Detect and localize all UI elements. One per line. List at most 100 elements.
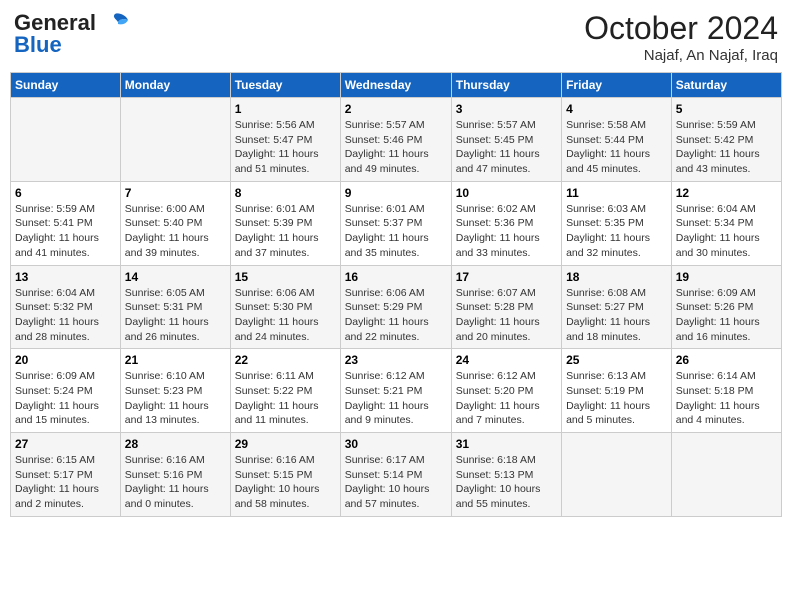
day-number: 29: [235, 437, 336, 451]
calendar-cell: 15 Sunrise: 6:06 AMSunset: 5:30 PMDayligh…: [230, 265, 340, 349]
logo: General Blue: [14, 10, 130, 58]
day-number: 7: [125, 186, 226, 200]
calendar-cell: 12 Sunrise: 6:04 AMSunset: 5:34 PMDayligh…: [671, 181, 781, 265]
calendar-cell: 30 Sunrise: 6:17 AMSunset: 5:14 PMDayligh…: [340, 433, 451, 517]
day-number: 30: [345, 437, 447, 451]
title-block: October 2024 Najaf, An Najaf, Iraq: [584, 10, 778, 64]
calendar-cell: 16 Sunrise: 6:06 AMSunset: 5:29 PMDayligh…: [340, 265, 451, 349]
calendar-cell: 25Sunrise: 6:13 AMSunset: 5:19 PMDayligh…: [562, 349, 672, 433]
calendar-cell: 28Sunrise: 6:16 AMSunset: 5:16 PMDayligh…: [120, 433, 230, 517]
day-info: Sunrise: 6:04 AMSunset: 5:34 PMDaylight:…: [676, 202, 777, 261]
calendar-cell: 10 Sunrise: 6:02 AMSunset: 5:36 PMDayligh…: [451, 181, 561, 265]
day-info: Sunrise: 6:00 AMSunset: 5:40 PMDaylight:…: [125, 202, 226, 261]
day-number: 20: [15, 353, 116, 367]
day-info: Sunrise: 6:10 AMSunset: 5:23 PMDaylight:…: [125, 369, 226, 428]
calendar-cell: [562, 433, 672, 517]
calendar-cell: 3 Sunrise: 5:57 AMSunset: 5:45 PMDaylight…: [451, 98, 561, 182]
calendar-cell: 11Sunrise: 6:03 AMSunset: 5:35 PMDayligh…: [562, 181, 672, 265]
day-info: Sunrise: 5:59 AMSunset: 5:42 PMDaylight:…: [676, 118, 777, 177]
day-number: 11: [566, 186, 667, 200]
day-info: Sunrise: 5:57 AMSunset: 5:45 PMDaylight:…: [456, 118, 557, 177]
calendar-cell: 5 Sunrise: 5:59 AMSunset: 5:42 PMDaylight…: [671, 98, 781, 182]
day-number: 26: [676, 353, 777, 367]
day-info: Sunrise: 6:06 AMSunset: 5:29 PMDaylight:…: [345, 286, 447, 345]
month-title: October 2024: [584, 10, 778, 47]
day-info: Sunrise: 6:08 AMSunset: 5:27 PMDaylight:…: [566, 286, 667, 345]
day-number: 12: [676, 186, 777, 200]
page-header: General Blue October 2024 Najaf, An Naja…: [10, 10, 782, 64]
calendar-cell: 17 Sunrise: 6:07 AMSunset: 5:28 PMDayligh…: [451, 265, 561, 349]
logo-bird-icon: [100, 12, 130, 34]
day-number: 22: [235, 353, 336, 367]
day-info: Sunrise: 6:15 AMSunset: 5:17 PMDaylight:…: [15, 453, 116, 512]
day-number: 4: [566, 102, 667, 116]
day-number: 17: [456, 270, 557, 284]
day-info: Sunrise: 6:06 AMSunset: 5:30 PMDaylight:…: [235, 286, 336, 345]
day-info: Sunrise: 5:58 AMSunset: 5:44 PMDaylight:…: [566, 118, 667, 177]
day-info: Sunrise: 6:18 AMSunset: 5:13 PMDaylight:…: [456, 453, 557, 512]
day-number: 19: [676, 270, 777, 284]
calendar-table: SundayMondayTuesdayWednesdayThursdayFrid…: [10, 72, 782, 517]
calendar-cell: [120, 98, 230, 182]
day-number: 31: [456, 437, 557, 451]
day-number: 8: [235, 186, 336, 200]
weekday-header-thursday: Thursday: [451, 73, 561, 98]
day-number: 3: [456, 102, 557, 116]
day-number: 13: [15, 270, 116, 284]
calendar-cell: [11, 98, 121, 182]
calendar-cell: 29 Sunrise: 6:16 AMSunset: 5:15 PMDayligh…: [230, 433, 340, 517]
day-info: Sunrise: 6:01 AMSunset: 5:39 PMDaylight:…: [235, 202, 336, 261]
day-number: 9: [345, 186, 447, 200]
calendar-cell: 27 Sunrise: 6:15 AMSunset: 5:17 PMDayligh…: [11, 433, 121, 517]
calendar-cell: 24 Sunrise: 6:12 AMSunset: 5:20 PMDayligh…: [451, 349, 561, 433]
day-info: Sunrise: 6:17 AMSunset: 5:14 PMDaylight:…: [345, 453, 447, 512]
day-info: Sunrise: 6:01 AMSunset: 5:37 PMDaylight:…: [345, 202, 447, 261]
day-info: Sunrise: 6:16 AMSunset: 5:16 PMDaylight:…: [125, 453, 226, 512]
day-info: Sunrise: 6:14 AMSunset: 5:18 PMDaylight:…: [676, 369, 777, 428]
day-info: Sunrise: 6:11 AMSunset: 5:22 PMDaylight:…: [235, 369, 336, 428]
day-number: 18: [566, 270, 667, 284]
day-info: Sunrise: 6:05 AMSunset: 5:31 PMDaylight:…: [125, 286, 226, 345]
calendar-cell: 2Sunrise: 5:57 AMSunset: 5:46 PMDaylight…: [340, 98, 451, 182]
calendar-cell: 22 Sunrise: 6:11 AMSunset: 5:22 PMDayligh…: [230, 349, 340, 433]
weekday-header-tuesday: Tuesday: [230, 73, 340, 98]
calendar-cell: 19 Sunrise: 6:09 AMSunset: 5:26 PMDayligh…: [671, 265, 781, 349]
day-info: Sunrise: 6:02 AMSunset: 5:36 PMDaylight:…: [456, 202, 557, 261]
day-number: 24: [456, 353, 557, 367]
calendar-cell: 23 Sunrise: 6:12 AMSunset: 5:21 PMDayligh…: [340, 349, 451, 433]
calendar-cell: [671, 433, 781, 517]
location: Najaf, An Najaf, Iraq: [584, 47, 778, 64]
weekday-header-monday: Monday: [120, 73, 230, 98]
day-number: 1: [235, 102, 336, 116]
day-info: Sunrise: 6:07 AMSunset: 5:28 PMDaylight:…: [456, 286, 557, 345]
logo-blue-text: Blue: [14, 32, 62, 58]
day-info: Sunrise: 6:12 AMSunset: 5:21 PMDaylight:…: [345, 369, 447, 428]
day-info: Sunrise: 5:57 AMSunset: 5:46 PMDaylight:…: [345, 118, 447, 177]
day-info: Sunrise: 6:16 AMSunset: 5:15 PMDaylight:…: [235, 453, 336, 512]
weekday-header-saturday: Saturday: [671, 73, 781, 98]
day-number: 10: [456, 186, 557, 200]
day-number: 6: [15, 186, 116, 200]
calendar-cell: 6 Sunrise: 5:59 AMSunset: 5:41 PMDaylight…: [11, 181, 121, 265]
day-number: 15: [235, 270, 336, 284]
weekday-header-wednesday: Wednesday: [340, 73, 451, 98]
day-number: 16: [345, 270, 447, 284]
day-number: 27: [15, 437, 116, 451]
day-info: Sunrise: 6:12 AMSunset: 5:20 PMDaylight:…: [456, 369, 557, 428]
calendar-cell: 18 Sunrise: 6:08 AMSunset: 5:27 PMDayligh…: [562, 265, 672, 349]
calendar-cell: 9 Sunrise: 6:01 AMSunset: 5:37 PMDaylight…: [340, 181, 451, 265]
weekday-header-sunday: Sunday: [11, 73, 121, 98]
day-info: Sunrise: 5:56 AMSunset: 5:47 PMDaylight:…: [235, 118, 336, 177]
calendar-cell: 26 Sunrise: 6:14 AMSunset: 5:18 PMDayligh…: [671, 349, 781, 433]
calendar-cell: 1 Sunrise: 5:56 AMSunset: 5:47 PMDaylight…: [230, 98, 340, 182]
day-info: Sunrise: 6:04 AMSunset: 5:32 PMDaylight:…: [15, 286, 116, 345]
day-info: Sunrise: 6:09 AMSunset: 5:26 PMDaylight:…: [676, 286, 777, 345]
weekday-header-friday: Friday: [562, 73, 672, 98]
day-info: Sunrise: 5:59 AMSunset: 5:41 PMDaylight:…: [15, 202, 116, 261]
calendar-cell: 31 Sunrise: 6:18 AMSunset: 5:13 PMDayligh…: [451, 433, 561, 517]
day-number: 23: [345, 353, 447, 367]
day-info: Sunrise: 6:13 AMSunset: 5:19 PMDaylight:…: [566, 369, 667, 428]
calendar-cell: 4 Sunrise: 5:58 AMSunset: 5:44 PMDaylight…: [562, 98, 672, 182]
calendar-cell: 13 Sunrise: 6:04 AMSunset: 5:32 PMDayligh…: [11, 265, 121, 349]
day-number: 5: [676, 102, 777, 116]
